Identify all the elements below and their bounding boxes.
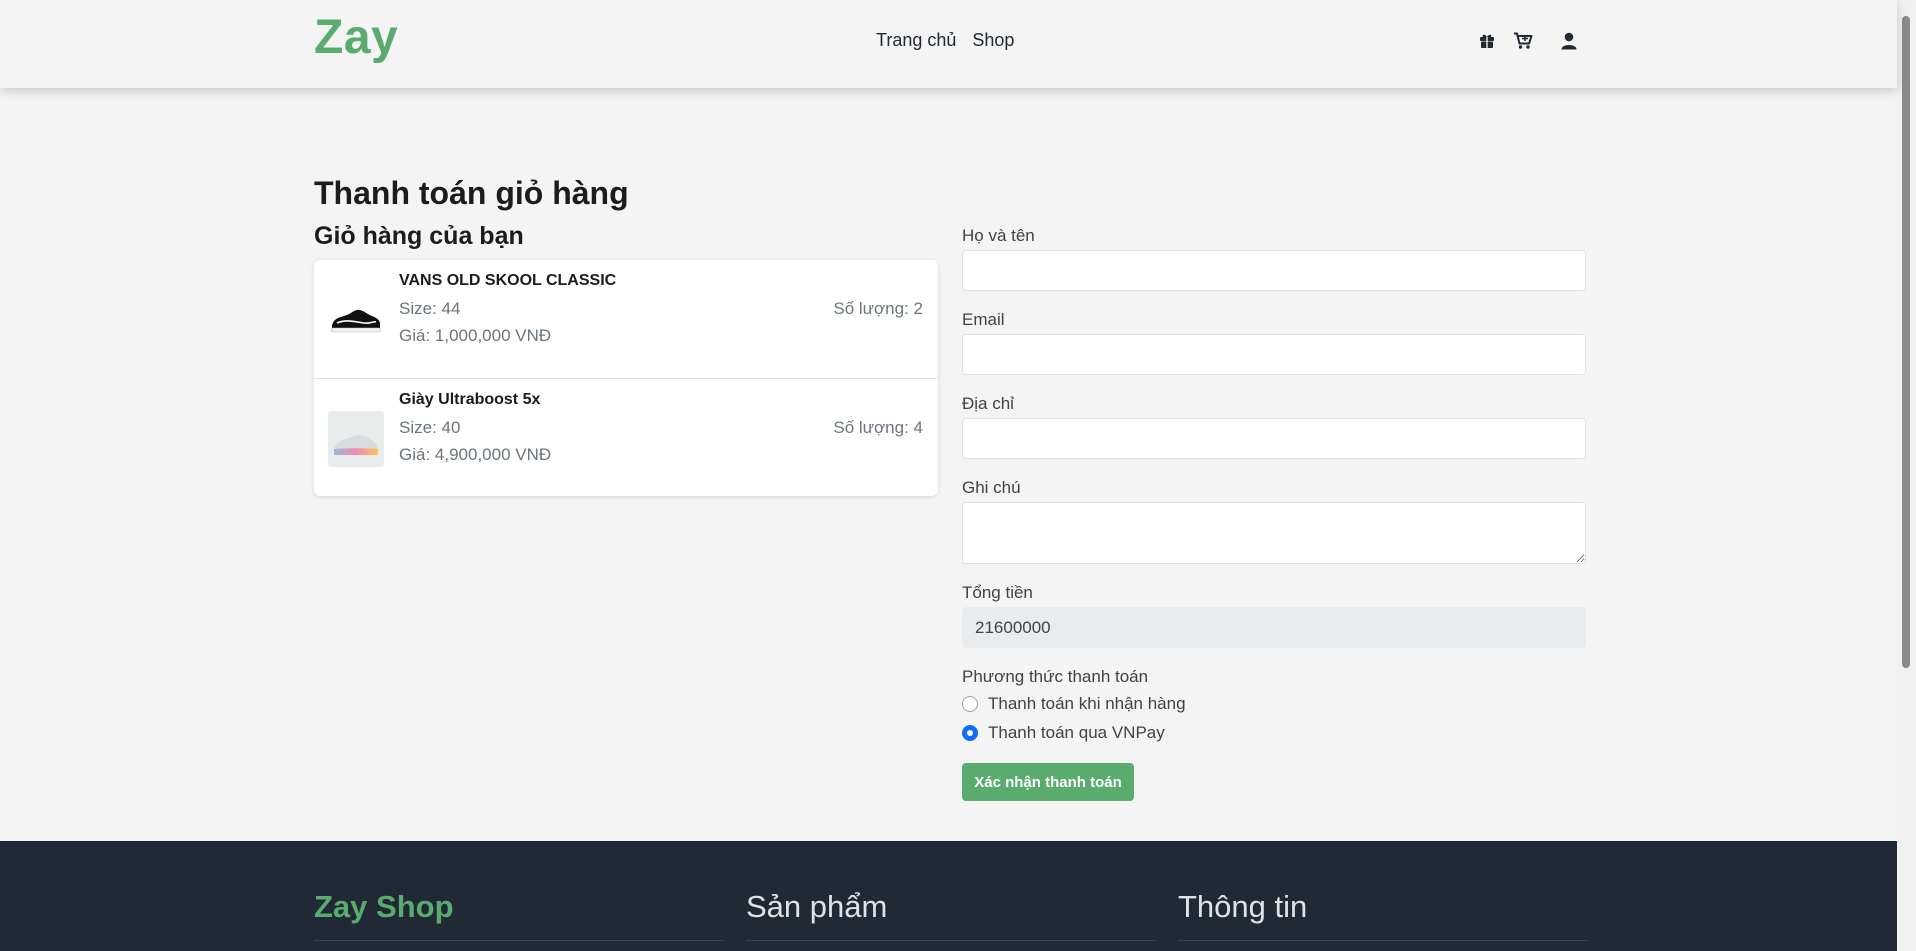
payment-option-vnpay[interactable]: Thanh toán qua VNPay xyxy=(962,723,1165,743)
footer-brand: Zay Shop xyxy=(314,889,454,924)
nav-links: Trang chủ Shop xyxy=(876,30,1014,51)
note-label: Ghi chú xyxy=(962,478,1021,497)
nav-link-home[interactable]: Trang chủ xyxy=(876,30,956,51)
total-label: Tổng tiền xyxy=(962,583,1033,602)
cart-title: Giỏ hàng của bạn xyxy=(314,222,524,250)
cart-icon[interactable] xyxy=(1512,30,1534,52)
scrollbar[interactable] xyxy=(1897,0,1916,951)
address-field[interactable] xyxy=(962,418,1586,459)
item-price: Giá: 1,000,000 VNĐ xyxy=(399,326,552,345)
payment-method-label: Phương thức thanh toán xyxy=(962,667,1149,686)
email-label: Email xyxy=(962,310,1005,329)
radio-button-vnpay[interactable] xyxy=(962,725,978,741)
cart-item: Giày Ultraboost 5x Size: 40 Giá: 4,900,0… xyxy=(314,378,938,496)
footer-divider xyxy=(1178,940,1588,941)
navbar: Zay Trang chủ Shop xyxy=(0,0,1897,88)
brand-logo[interactable]: Zay xyxy=(314,10,398,65)
cart-list: VANS OLD SKOOL CLASSIC Size: 44 Giá: 1,0… xyxy=(314,260,938,496)
gift-icon[interactable] xyxy=(1476,30,1498,52)
item-quantity: Số lượng: 4 xyxy=(833,418,923,437)
payment-option-label: Thanh toán khi nhận hàng xyxy=(988,694,1186,713)
item-name: Giày Ultraboost 5x xyxy=(399,391,541,408)
confirm-payment-button[interactable]: Xác nhận thanh toán xyxy=(962,763,1134,801)
name-field[interactable] xyxy=(962,250,1586,291)
footer-info-title: Thông tin xyxy=(1178,889,1308,924)
product-thumbnail xyxy=(328,411,384,467)
name-label: Họ và tên xyxy=(962,226,1035,245)
email-field[interactable] xyxy=(962,334,1586,375)
payment-option-label: Thanh toán qua VNPay xyxy=(988,723,1165,742)
nav-link-shop[interactable]: Shop xyxy=(972,30,1014,51)
item-size: Size: 40 xyxy=(399,418,461,437)
address-label: Địa chỉ xyxy=(962,394,1014,413)
radio-button-cod[interactable] xyxy=(962,696,978,712)
page-title: Thanh toán giỏ hàng xyxy=(314,175,629,211)
footer-divider xyxy=(314,940,724,941)
note-field[interactable] xyxy=(962,502,1586,564)
item-size: Size: 44 xyxy=(399,299,461,318)
cart-item: VANS OLD SKOOL CLASSIC Size: 44 Giá: 1,0… xyxy=(314,260,938,378)
item-price: Giá: 4,900,000 VNĐ xyxy=(399,445,552,464)
scrollbar-thumb[interactable] xyxy=(1902,16,1910,668)
total-field xyxy=(962,607,1586,648)
footer-divider xyxy=(746,940,1156,941)
product-thumbnail xyxy=(328,292,384,348)
item-quantity: Số lượng: 2 xyxy=(833,299,923,318)
footer-products-title: Sản phẩm xyxy=(746,889,888,924)
payment-option-cod[interactable]: Thanh toán khi nhận hàng xyxy=(962,694,1186,714)
user-icon[interactable] xyxy=(1558,30,1580,52)
item-name: VANS OLD SKOOL CLASSIC xyxy=(399,272,617,289)
nav-icons xyxy=(1476,30,1580,52)
footer: Zay Shop Sản phẩm Thông tin xyxy=(0,841,1897,951)
